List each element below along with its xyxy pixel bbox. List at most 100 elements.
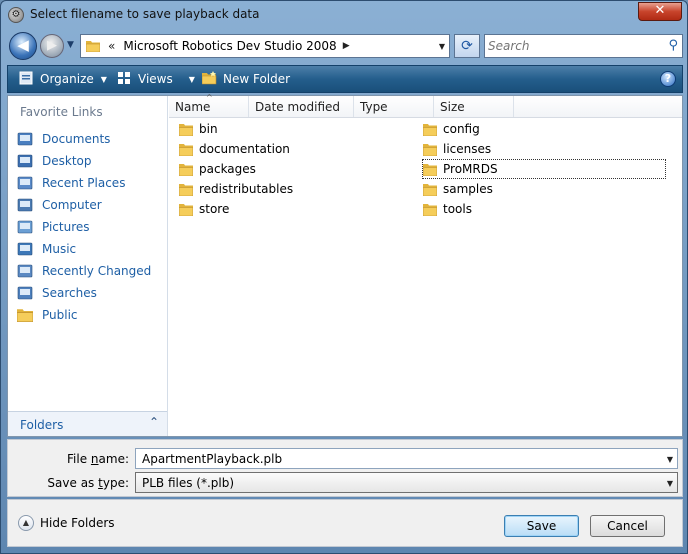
folders-toggle[interactable]: Folders ⌃ bbox=[8, 411, 167, 436]
save-as-type-label: Save as type: bbox=[47, 476, 129, 490]
cancel-button[interactable]: Cancel bbox=[590, 515, 665, 537]
searches-icon bbox=[17, 286, 33, 300]
folder-item[interactable]: documentation bbox=[179, 140, 290, 158]
back-button[interactable]: ◀ bbox=[9, 32, 37, 60]
column-divider[interactable] bbox=[433, 96, 434, 117]
pictures-icon bbox=[17, 220, 33, 234]
column-header-size[interactable]: Size bbox=[440, 100, 465, 114]
favorite-link-item[interactable]: Pictures bbox=[14, 216, 164, 238]
column-header-date-modified[interactable]: Date modified bbox=[255, 100, 340, 114]
documents-icon bbox=[17, 132, 33, 146]
breadcrumb-overflow-icon[interactable]: « bbox=[108, 39, 115, 53]
recently-changed-icon bbox=[17, 264, 33, 278]
folder-item[interactable]: samples bbox=[423, 180, 493, 198]
favorite-link-item[interactable]: Recent Places bbox=[14, 172, 164, 194]
column-divider[interactable] bbox=[248, 96, 249, 117]
folder-item[interactable]: ProMRDS bbox=[422, 159, 666, 179]
new-folder-label: New Folder bbox=[223, 72, 291, 86]
column-header-type[interactable]: Type bbox=[360, 100, 388, 114]
breadcrumb-segment[interactable]: Microsoft Robotics Dev Studio 2008 bbox=[123, 39, 336, 53]
folder-item[interactable]: store bbox=[179, 200, 229, 218]
folder-icon bbox=[86, 41, 100, 52]
chevron-up-icon[interactable]: ⌃ bbox=[149, 415, 159, 429]
favorite-link-item[interactable]: Desktop bbox=[14, 150, 164, 172]
address-bar[interactable]: « Microsoft Robotics Dev Studio 2008 ▶ ▼ bbox=[80, 34, 450, 58]
favorite-links-list: Documents Desktop Recent Places Computer Pic… bbox=[14, 128, 164, 326]
history-dropdown-icon[interactable]: ▼ bbox=[67, 40, 74, 50]
save-button[interactable]: Save bbox=[504, 515, 579, 537]
folder-item[interactable]: packages bbox=[179, 160, 256, 178]
refresh-button[interactable]: ⟳ bbox=[454, 34, 480, 58]
favorite-link-label: Recently Changed bbox=[42, 264, 152, 278]
folder-icon bbox=[179, 123, 193, 136]
organize-label: Organize bbox=[40, 72, 94, 86]
navigation-bar: ◀ ▶ ▼ « Microsoft Robotics Dev Studio 20… bbox=[7, 31, 683, 61]
new-folder-button[interactable]: New Folder bbox=[201, 71, 290, 87]
folder-icon bbox=[423, 163, 437, 176]
title-bar[interactable]: ⚙ Select filename to save playback data … bbox=[1, 1, 687, 29]
favorite-link-item[interactable]: Public bbox=[14, 304, 164, 326]
save-as-type-value: PLB files (*.plb) bbox=[142, 475, 235, 490]
chevron-down-icon[interactable]: ▼ bbox=[667, 455, 673, 464]
folder-icon bbox=[423, 183, 437, 196]
folder-name: store bbox=[199, 202, 230, 216]
folder-name: licenses bbox=[443, 142, 492, 156]
sort-ascending-icon: ^ bbox=[206, 93, 213, 102]
favorite-link-label: Music bbox=[42, 242, 77, 256]
hide-folders-button[interactable]: ▲ Hide Folders bbox=[18, 515, 115, 531]
folder-item[interactable]: config bbox=[423, 120, 480, 138]
chevron-down-icon: ▼ bbox=[666, 479, 673, 488]
favorite-link-label: Public bbox=[42, 308, 78, 322]
column-divider[interactable] bbox=[353, 96, 354, 117]
music-icon bbox=[17, 242, 33, 256]
favorite-link-label: Desktop bbox=[42, 154, 92, 168]
chevron-up-icon: ▲ bbox=[18, 515, 34, 531]
favorite-link-item[interactable]: Computer bbox=[14, 194, 164, 216]
views-button[interactable]: Views ▼ bbox=[116, 71, 195, 87]
favorite-link-label: Searches bbox=[42, 286, 97, 300]
address-dropdown-icon[interactable]: ▼ bbox=[439, 42, 445, 51]
column-divider[interactable] bbox=[513, 96, 514, 117]
search-input[interactable] bbox=[488, 38, 658, 54]
forward-button[interactable]: ▶ bbox=[40, 34, 64, 58]
save-label: Save bbox=[526, 519, 557, 533]
favorite-link-item[interactable]: Music bbox=[14, 238, 164, 260]
folder-icon bbox=[423, 203, 437, 216]
close-button[interactable]: ✕ bbox=[638, 2, 682, 21]
filename-input[interactable]: ApartmentPlayback.plb ▼ bbox=[135, 448, 678, 469]
command-bar: Organize ▼ Views ▼ New Folder ? bbox=[7, 65, 683, 93]
favorite-link-item[interactable]: Recently Changed bbox=[14, 260, 164, 282]
folders-label: Folders bbox=[20, 418, 64, 432]
search-icon[interactable]: ⚲ bbox=[668, 38, 678, 53]
folder-item[interactable]: licenses bbox=[423, 140, 491, 158]
folder-icon bbox=[423, 123, 437, 136]
computer-icon bbox=[17, 198, 33, 212]
public-folder-icon bbox=[17, 309, 33, 322]
folder-name: redistributables bbox=[199, 182, 294, 196]
favorite-link-label: Recent Places bbox=[42, 176, 126, 190]
organize-button[interactable]: Organize ▼ bbox=[18, 71, 107, 87]
folder-name: ProMRDS bbox=[443, 162, 498, 176]
navigation-pane: Favorite Links Documents Desktop Recent Pl… bbox=[8, 96, 168, 436]
folder-name: samples bbox=[443, 182, 493, 196]
action-panel: ▲ Hide Folders Save Cancel bbox=[7, 499, 683, 547]
file-list-pane[interactable]: Name ^ Date modified Type Size bin docume… bbox=[169, 93, 682, 436]
views-label: Views bbox=[138, 72, 173, 86]
column-header-name[interactable]: Name bbox=[175, 100, 210, 114]
folder-item[interactable]: bin bbox=[179, 120, 218, 138]
views-icon bbox=[116, 71, 132, 87]
folder-item[interactable]: tools bbox=[423, 200, 472, 218]
favorite-link-item[interactable]: Documents bbox=[14, 128, 164, 150]
save-as-type-select[interactable]: PLB files (*.plb) ▼ bbox=[135, 472, 678, 493]
favorite-link-item[interactable]: Searches bbox=[14, 282, 164, 304]
favorite-link-label: Documents bbox=[42, 132, 111, 146]
folder-icon bbox=[179, 183, 193, 196]
folder-item[interactable]: redistributables bbox=[179, 180, 293, 198]
help-button[interactable]: ? bbox=[660, 71, 676, 87]
filename-value[interactable]: ApartmentPlayback.plb bbox=[142, 452, 282, 466]
views-dropdown-icon: ▼ bbox=[188, 74, 195, 84]
folder-icon bbox=[179, 203, 193, 216]
search-box[interactable]: ⚲ bbox=[484, 34, 683, 58]
breadcrumb-arrow-icon[interactable]: ▶ bbox=[343, 41, 350, 51]
favorite-links-heading: Favorite Links bbox=[20, 105, 103, 119]
